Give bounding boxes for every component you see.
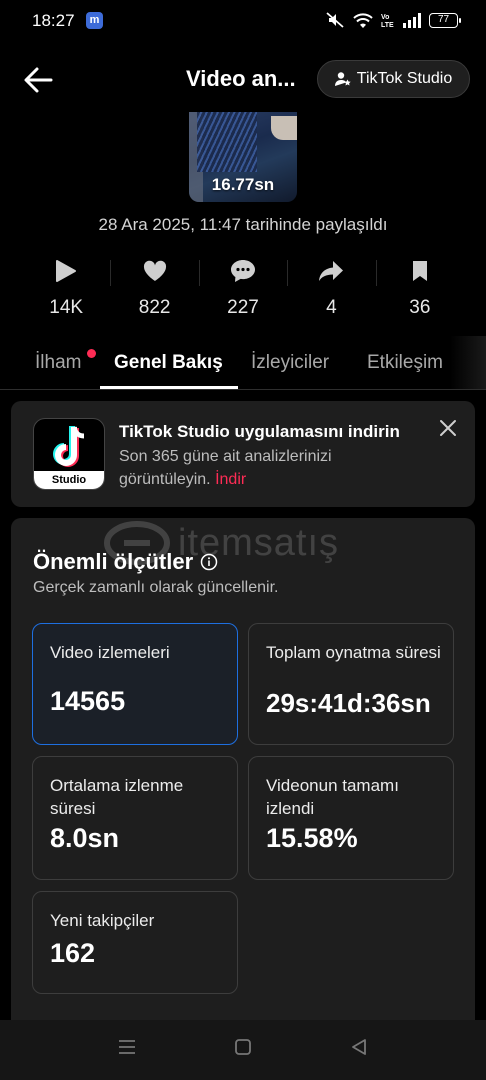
user-star-icon bbox=[334, 72, 351, 86]
svg-text:LTE: LTE bbox=[381, 22, 394, 28]
play-icon bbox=[56, 260, 77, 282]
tiktok-studio-app-icon: Studio bbox=[33, 418, 105, 490]
metric-card-watched-full[interactable]: Videonun tamamı izlendi 15.58% bbox=[248, 756, 454, 880]
stat-shares: 4 bbox=[287, 254, 375, 324]
app-notification-icon: m bbox=[86, 12, 103, 29]
tiktok-logo-icon bbox=[53, 426, 85, 467]
metric-label: Toplam oynatma süresi bbox=[266, 643, 441, 662]
volte-icon: VoLTE bbox=[381, 14, 394, 28]
bookmark-icon bbox=[412, 261, 427, 281]
tiktok-studio-label: TikTok Studio bbox=[356, 70, 453, 87]
battery-icon: 77 bbox=[429, 12, 461, 28]
stat-value: 14K bbox=[49, 297, 84, 318]
mute-icon bbox=[326, 12, 344, 28]
metric-value: 14565 bbox=[50, 686, 126, 716]
notification-dot bbox=[87, 349, 96, 358]
studio-download-banner[interactable]: Studio TikTok Studio uygulamasını indiri… bbox=[11, 401, 475, 507]
share-icon bbox=[319, 261, 344, 281]
banner-title: TikTok Studio uygulamasını indirin bbox=[119, 422, 400, 441]
signal-icon bbox=[403, 12, 421, 28]
banner-text: Son 365 güne ait analizlerinizi görüntül… bbox=[119, 445, 419, 491]
status-time: 18:27 bbox=[32, 11, 75, 30]
metric-value: 29s:41d:36sn bbox=[266, 688, 431, 718]
metric-label: Yeni takipçiler bbox=[50, 911, 155, 930]
home-icon[interactable] bbox=[234, 1038, 252, 1056]
stat-likes: 822 bbox=[110, 254, 198, 324]
page-title: Video an... bbox=[186, 66, 296, 91]
stat-value: 227 bbox=[227, 297, 259, 318]
stat-value: 4 bbox=[326, 297, 337, 318]
metric-label: Video izlemeleri bbox=[50, 643, 170, 662]
metric-value: 15.58% bbox=[266, 823, 358, 853]
metric-value: 162 bbox=[50, 938, 96, 968]
back-arrow-icon[interactable] bbox=[22, 64, 54, 96]
shared-date: 28 Ara 2025, 11:47 tarihinde paylaşıldı bbox=[98, 215, 388, 234]
video-stats: 14K 822 227 4 36 bbox=[22, 254, 464, 324]
system-navigation-bar bbox=[0, 1020, 486, 1080]
video-duration: 16.77sn bbox=[211, 175, 275, 194]
watermark-logo-icon bbox=[104, 521, 170, 565]
video-thumbnail[interactable]: 16.77sn bbox=[189, 112, 297, 202]
stat-views: 14K bbox=[22, 254, 110, 324]
stat-comments: 227 bbox=[198, 254, 287, 324]
studio-label: Studio bbox=[34, 471, 104, 489]
metric-card-new-followers[interactable]: Yeni takipçiler 162 bbox=[32, 891, 238, 994]
wifi-icon bbox=[353, 13, 373, 28]
tab-etkilesim[interactable]: Etkileşim bbox=[367, 352, 443, 374]
key-metrics-panel: Önemli ölçütler Gerçek zamanlı olarak gü… bbox=[11, 518, 475, 1038]
metric-value: 8.0sn bbox=[50, 823, 120, 853]
comment-icon bbox=[231, 260, 256, 282]
metric-card-total-watch-time[interactable]: Toplam oynatma süresi 29s:41d:36sn bbox=[248, 623, 454, 745]
tab-genel-bakis[interactable]: Genel Bakış bbox=[114, 352, 223, 374]
heart-icon bbox=[143, 260, 166, 281]
active-tab-indicator bbox=[100, 386, 238, 389]
status-icons: Vo LTE 77 bbox=[325, 11, 461, 29]
back-icon[interactable] bbox=[350, 1038, 368, 1056]
tab-izleyiciler[interactable]: İzleyiciler bbox=[251, 352, 329, 374]
header: Video an... TikTok Studio bbox=[0, 52, 486, 108]
metric-card-video-views[interactable]: Video izlemeleri 14565 bbox=[32, 623, 238, 745]
svg-text:Vo: Vo bbox=[381, 14, 389, 21]
status-bar: 18:27 m Vo LTE 77 bbox=[0, 0, 486, 42]
tiktok-studio-button[interactable]: TikTok Studio bbox=[317, 60, 470, 98]
watermark-text: itemsatış bbox=[178, 521, 340, 564]
metrics-subtitle: Gerçek zamanlı olarak güncellenir. bbox=[33, 579, 279, 596]
metric-card-average-watch-time[interactable]: Ortalama izlenme süresi 8.0sn bbox=[32, 756, 238, 880]
stat-value: 822 bbox=[138, 297, 171, 318]
metric-label: Videonun tamamı izlendi bbox=[266, 776, 399, 818]
stat-saves: 36 bbox=[375, 254, 464, 324]
stat-value: 36 bbox=[409, 297, 431, 318]
tab-bar: İlham Genel Bakış İzleyiciler Etkileşim bbox=[0, 336, 486, 390]
close-icon[interactable] bbox=[439, 419, 457, 437]
menu-icon[interactable] bbox=[118, 1038, 136, 1056]
metric-label: Ortalama izlenme süresi bbox=[50, 776, 184, 818]
download-link[interactable]: İndir bbox=[215, 471, 246, 488]
tab-ilham[interactable]: İlham bbox=[35, 352, 81, 374]
watermark: itemsatış bbox=[104, 518, 374, 568]
